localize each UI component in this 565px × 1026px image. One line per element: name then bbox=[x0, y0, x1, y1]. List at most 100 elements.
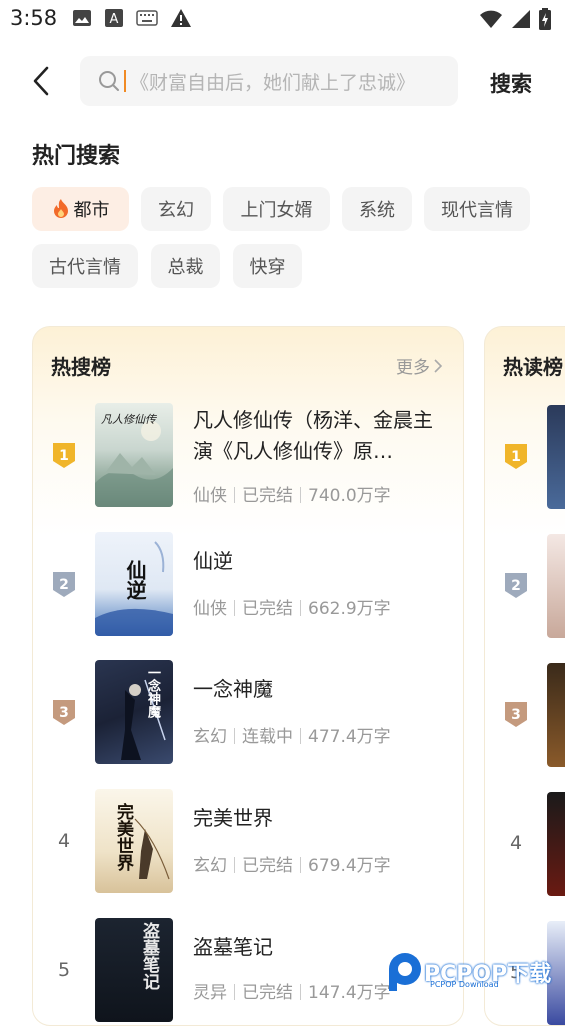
search-button[interactable]: 搜索 bbox=[490, 68, 532, 98]
signal-icon bbox=[512, 10, 530, 28]
rank-number: 5 bbox=[57, 959, 71, 981]
ranking-title: 热搜榜 bbox=[51, 355, 111, 379]
tag-label: 总裁 bbox=[167, 257, 204, 278]
hot-read-ranking-card[interactable]: 热读榜 1 2 3 4 5 bbox=[484, 326, 565, 1026]
rank-number: 4 bbox=[509, 832, 523, 854]
book-meta: 玄幻 连载中 477.4万字 bbox=[193, 722, 391, 747]
tag-item[interactable]: 系统 bbox=[342, 187, 412, 231]
book-genre: 玄幻 bbox=[193, 727, 227, 747]
rank-number: 2 bbox=[59, 577, 69, 593]
cover-title: 完美世界 bbox=[113, 803, 133, 871]
rank-number: 3 bbox=[511, 707, 521, 723]
status-bar: 3:58 A bbox=[0, 0, 565, 40]
rank-badge-gold: 1 bbox=[51, 441, 77, 469]
rank-badge-silver: 2 bbox=[51, 570, 77, 598]
rank-number: 2 bbox=[511, 578, 521, 594]
tag-label: 现代言情 bbox=[441, 200, 513, 221]
book-status: 已完结 bbox=[242, 486, 293, 506]
watermark-logo: PCPOP下载 PCPOP Download bbox=[386, 944, 565, 1000]
rank-number: 1 bbox=[59, 448, 69, 464]
book-cover bbox=[547, 792, 565, 896]
book-cover bbox=[547, 405, 565, 509]
book-status: 已完结 bbox=[242, 599, 293, 619]
tag-item[interactable]: 快穿 bbox=[233, 244, 302, 288]
tag-label: 上门女婿 bbox=[240, 200, 313, 221]
rank-label: 4 bbox=[51, 827, 77, 855]
chevron-right-icon bbox=[434, 358, 443, 373]
book-meta: 灵异 已完结 147.4万字 bbox=[193, 978, 391, 1003]
book-status: 已完结 bbox=[242, 983, 293, 1003]
rank-badge-bronze: 3 bbox=[51, 698, 77, 726]
tag-item[interactable]: 都市 bbox=[32, 187, 129, 231]
book-cover: 完美世界 bbox=[95, 789, 173, 893]
book-status: 连载中 bbox=[242, 727, 293, 747]
tag-item[interactable]: 玄幻 bbox=[141, 187, 211, 231]
font-icon: A bbox=[105, 9, 123, 27]
fire-icon bbox=[53, 199, 68, 218]
hot-search-ranking-card: 热搜榜 更多 1 凡人修仙传 凡人修仙传（杨洋、金晨主演《凡人修仙传》原… 仙侠… bbox=[32, 326, 464, 1026]
tag-label: 古代言情 bbox=[49, 257, 121, 278]
keyboard-icon bbox=[136, 10, 158, 26]
cover-title: 盗墓笔记 bbox=[139, 922, 159, 990]
book-list-item[interactable]: 2 仙逆 仙逆 仙侠 已完结 662.9万字 bbox=[33, 530, 465, 640]
wifi-icon bbox=[480, 10, 502, 28]
tag-label: 都市 bbox=[73, 200, 110, 221]
book-words: 662.9万字 bbox=[308, 599, 391, 619]
book-words: 477.4万字 bbox=[308, 727, 391, 747]
book-genre: 灵异 bbox=[193, 983, 227, 1003]
rank-number: 1 bbox=[511, 449, 521, 465]
hot-search-title: 热门搜索 bbox=[32, 144, 121, 169]
book-words: 740.0万字 bbox=[308, 486, 391, 506]
tag-item[interactable]: 古代言情 bbox=[32, 244, 138, 288]
back-button[interactable] bbox=[26, 64, 56, 98]
image-icon bbox=[73, 10, 91, 26]
book-list-item[interactable]: 4 完美世界 完美世界 玄幻 已完结 679.4万字 bbox=[33, 787, 465, 897]
book-cover: 盗墓笔记 bbox=[95, 918, 173, 1022]
book-list-item[interactable]: 3 一念神魔 一念神魔 玄幻 连载中 477.4万字 bbox=[33, 658, 465, 768]
search-icon bbox=[99, 71, 119, 91]
more-label: 更多 bbox=[396, 358, 430, 378]
svg-text:A: A bbox=[110, 12, 119, 27]
book-words: 147.4万字 bbox=[308, 983, 391, 1003]
rank-number: 4 bbox=[57, 830, 71, 852]
book-cover: 一念神魔 bbox=[95, 660, 173, 764]
book-meta: 仙侠 已完结 740.0万字 bbox=[193, 481, 391, 506]
tag-label: 快穿 bbox=[249, 257, 286, 278]
search-input[interactable]: 《财富自由后，她们献上了忠诚》 bbox=[80, 56, 458, 106]
cover-title: 凡人修仙传 bbox=[101, 413, 156, 426]
logo-icon bbox=[389, 953, 421, 991]
warning-icon bbox=[171, 9, 191, 27]
book-genre: 仙侠 bbox=[193, 599, 227, 619]
book-cover bbox=[547, 663, 565, 767]
more-link[interactable]: 更多 bbox=[396, 353, 443, 378]
status-notification-icons: A bbox=[72, 8, 192, 28]
book-status: 已完结 bbox=[242, 856, 293, 876]
cover-title: 仙逆 bbox=[123, 560, 147, 600]
tag-item[interactable]: 总裁 bbox=[151, 244, 220, 288]
search-placeholder: 《财富自由后，她们献上了忠诚》 bbox=[130, 71, 416, 94]
text-cursor bbox=[124, 70, 126, 92]
book-cover: 仙逆 bbox=[95, 532, 173, 636]
book-cover: 凡人修仙传 bbox=[95, 403, 173, 507]
book-meta: 玄幻 已完结 679.4万字 bbox=[193, 851, 391, 876]
status-system-icons bbox=[479, 8, 551, 30]
book-title: 仙逆 bbox=[193, 549, 233, 573]
book-meta: 仙侠 已完结 662.9万字 bbox=[193, 594, 391, 619]
watermark-subtext: PCPOP Download bbox=[430, 980, 499, 989]
book-title: 一念神魔 bbox=[193, 677, 273, 701]
tag-item[interactable]: 上门女婿 bbox=[223, 187, 330, 231]
tag-item[interactable]: 现代言情 bbox=[424, 187, 530, 231]
tag-label: 系统 bbox=[359, 200, 395, 221]
ranking-title: 热读榜 bbox=[503, 355, 563, 379]
chevron-left-icon bbox=[33, 66, 49, 96]
rank-label: 5 bbox=[51, 956, 77, 984]
book-cover bbox=[547, 534, 565, 638]
status-time: 3:58 bbox=[10, 6, 58, 30]
cover-title: 一念神魔 bbox=[145, 666, 160, 718]
rank-number: 3 bbox=[59, 705, 69, 721]
battery-icon bbox=[539, 8, 551, 30]
book-list-item[interactable]: 1 凡人修仙传 凡人修仙传（杨洋、金晨主演《凡人修仙传》原… 仙侠 已完结 740.… bbox=[33, 401, 465, 511]
book-words: 679.4万字 bbox=[308, 856, 391, 876]
book-title: 凡人修仙传（杨洋、金晨主演《凡人修仙传》原… bbox=[193, 408, 433, 463]
book-genre: 仙侠 bbox=[193, 486, 227, 506]
